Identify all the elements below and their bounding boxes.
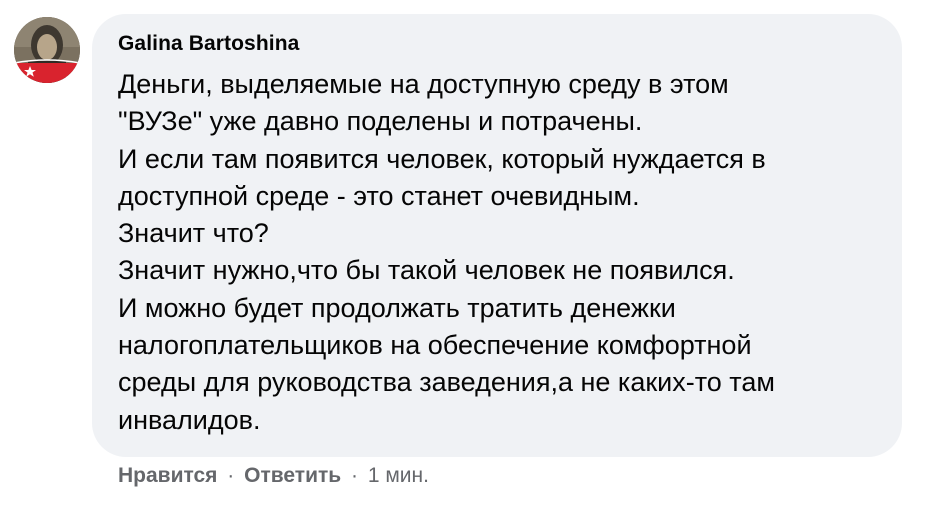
comment-author[interactable]: Galina Bartoshina [118, 32, 299, 56]
avatar[interactable] [14, 17, 80, 83]
separator-dot: · [227, 464, 235, 487]
comment-line: "ВУЗе" уже давно поделены и потрачены. [118, 106, 643, 137]
comment-line: Значит что? [118, 218, 269, 249]
comment-text: Деньги, выделяемые на доступную среду в … [118, 66, 898, 439]
comment-line: И если там появится человек, который нуж… [118, 143, 766, 174]
comment-line: доступной среде - это станет очевидным. [118, 180, 640, 211]
comment-line: Значит нужно,что бы такой человек не поя… [118, 255, 735, 286]
comment-line: налогоплательщиков на обеспечение комфор… [118, 330, 752, 361]
comment-line: Деньги, выделяемые на доступную среду в … [118, 69, 729, 99]
profile-photo-icon [14, 17, 80, 83]
comment-actions: Нравится · Ответить · 1 мин. [118, 462, 429, 490]
comment-line: инвалидов. [118, 404, 261, 435]
comment-line: среды для руководства заведения,а не как… [118, 367, 775, 398]
comment-bubble: Galina Bartoshina Деньги, выделяемые на … [92, 14, 902, 457]
separator-dot: · [351, 464, 359, 487]
comment-line: И можно будет продолжать тратить денежки [118, 292, 676, 323]
like-button[interactable]: Нравится [118, 464, 217, 487]
comment-timestamp[interactable]: 1 мин. [368, 464, 429, 487]
reply-button[interactable]: Ответить [244, 464, 341, 487]
